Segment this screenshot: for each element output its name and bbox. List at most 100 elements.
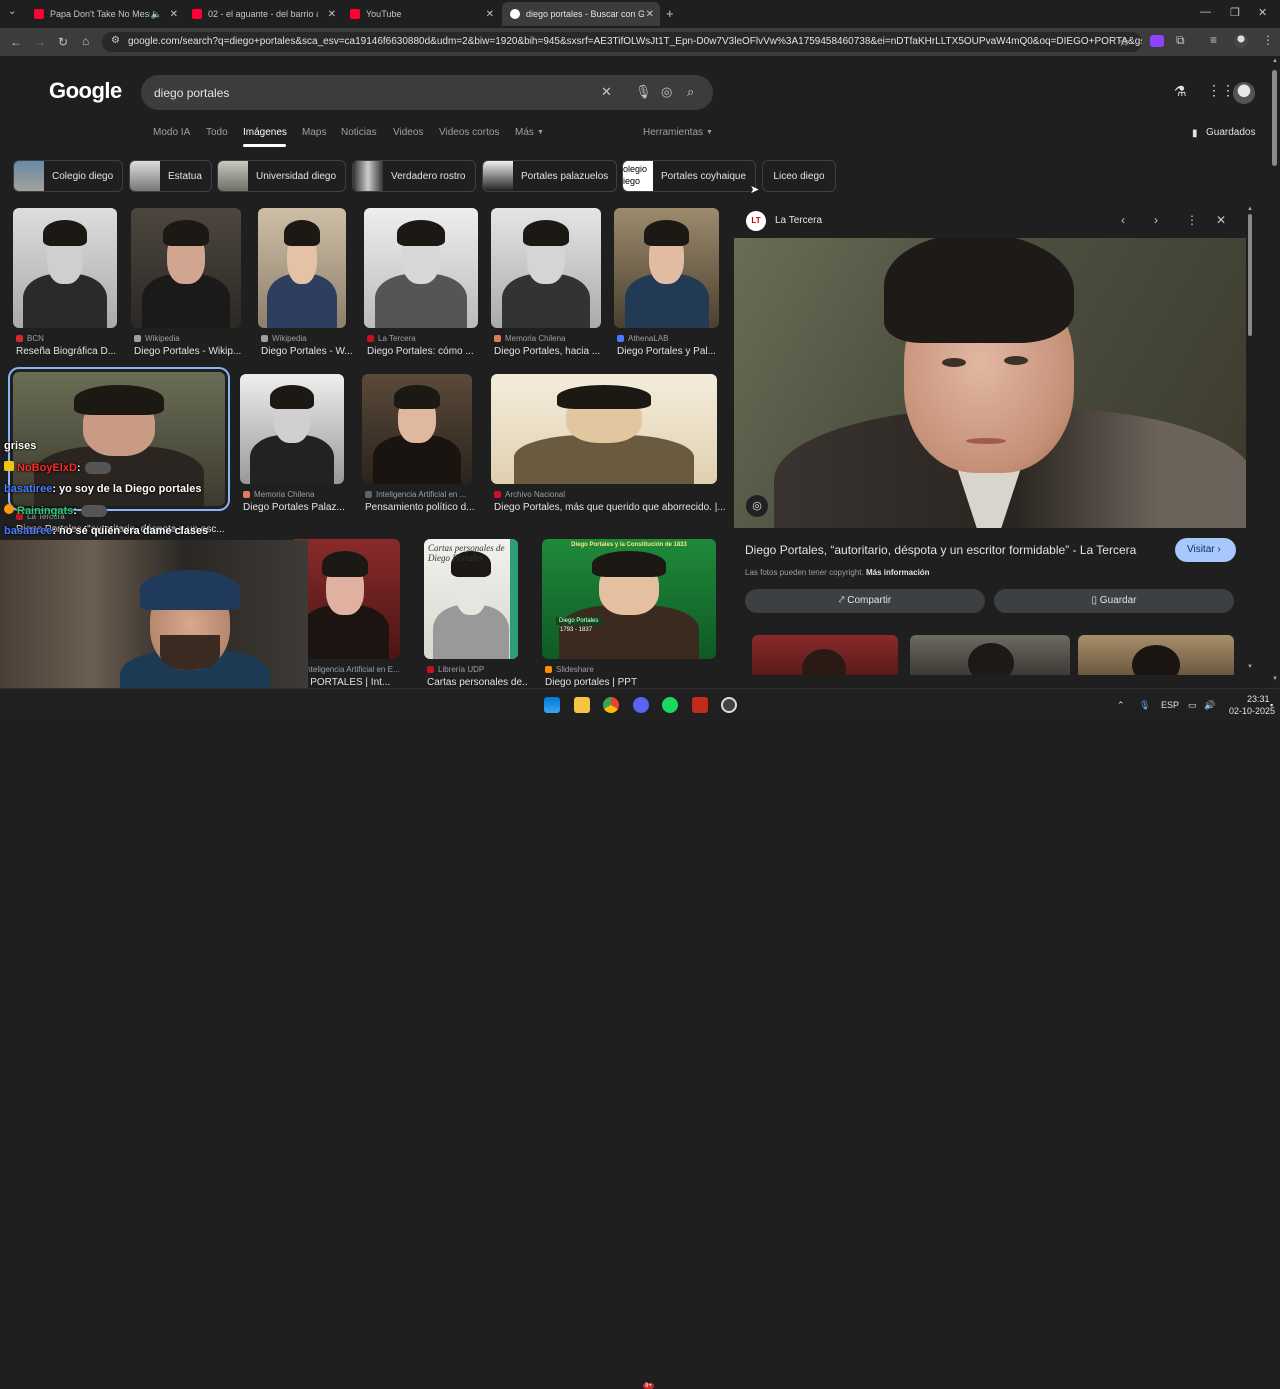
result-thumbnail[interactable]: Cartas personales de Diego Portales [424, 539, 518, 659]
result-source[interactable]: Inteligencia Artificial en E... [304, 665, 400, 674]
tab-noticias[interactable]: Noticias [341, 127, 377, 138]
result-thumbnail[interactable]: Diego Portales y la Constitución de 1833… [542, 539, 716, 659]
more-options-icon[interactable]: ⋮ [1186, 213, 1198, 227]
chrome-icon[interactable] [603, 697, 619, 713]
saved-bookmark-icon[interactable]: ▮ [1192, 128, 1198, 139]
result-thumbnail[interactable] [240, 374, 344, 484]
lens-icon[interactable]: ◎ [746, 495, 768, 517]
tab-search-icon[interactable]: ≡ [1210, 33, 1217, 47]
chip-portales-palazuelos[interactable]: Portales palazuelos [482, 160, 617, 192]
panel-scroll-up-icon[interactable]: ▲ [1247, 206, 1253, 212]
tab-list-dropdown-icon[interactable]: ⌄ [8, 6, 16, 17]
result-thumbnail[interactable] [258, 208, 346, 328]
tab-google-search[interactable]: diego portales - Buscar con Go ✕ [502, 2, 660, 26]
result-caption[interactable]: Diego Portales, más que querido que abor… [494, 502, 726, 513]
new-tab-icon[interactable]: + [666, 6, 674, 21]
image-result[interactable]: Archivo Nacional Diego Portales, más que … [491, 374, 726, 518]
image-result[interactable]: Diego Portales y la Constitución de 1833… [542, 539, 716, 693]
search-icon[interactable]: ⌕ [687, 84, 694, 100]
google-logo[interactable]: Google [49, 78, 122, 104]
tab-imagenes[interactable]: Imágenes [243, 127, 287, 138]
back-icon[interactable]: ← [10, 35, 22, 49]
chip-estatua[interactable]: Estatua [129, 160, 212, 192]
result-caption[interactable]: Diego Portales Palaz... [243, 502, 353, 513]
extensions-puzzle-icon[interactable]: ⧉ [1176, 33, 1185, 48]
image-result[interactable]: Inteligencia Artificial en ... Pensamient… [362, 374, 475, 518]
result-caption[interactable]: Diego Portales: cómo ... [367, 346, 487, 357]
image-result[interactable]: Memoria Chilena Diego Portales Palaz... [240, 374, 345, 518]
result-thumbnail[interactable] [614, 208, 719, 328]
result-caption[interactable]: Pensamiento político d... [365, 502, 481, 513]
lens-search-icon[interactable]: ◎ [661, 84, 672, 100]
result-source[interactable]: Archivo Nacional [505, 490, 565, 499]
result-thumbnail[interactable] [131, 208, 241, 328]
notifications-icon[interactable]: ▪ [1270, 700, 1273, 710]
reload-icon[interactable]: ↻ [58, 35, 68, 49]
tab-modo-ia[interactable]: Modo IA [153, 127, 190, 138]
clock-time[interactable]: 23:31 [1247, 694, 1270, 704]
result-source[interactable]: BCN [27, 334, 44, 343]
chip-portales-coyhaique[interactable]: olegio iego Portales coyhaique [622, 160, 756, 192]
site-info-icon[interactable]: ⚙ [111, 35, 120, 46]
result-caption[interactable]: Diego portales | PPT [545, 677, 725, 688]
result-source[interactable]: Memoria Chilena [254, 490, 314, 499]
clear-search-icon[interactable]: ✕ [601, 84, 612, 100]
obs-icon[interactable] [721, 697, 737, 713]
related-thumb-2[interactable] [910, 635, 1070, 675]
chip-universidad-diego[interactable]: Universidad diego [217, 160, 346, 192]
minimize-icon[interactable]: — [1200, 6, 1211, 18]
result-source[interactable]: Wikipedia [145, 334, 180, 343]
tools-button[interactable]: Herramientas [643, 127, 703, 138]
close-tab-icon[interactable]: ✕ [170, 9, 178, 20]
url-bar[interactable]: ⚙ google.com/search?q=diego+portales&sca… [102, 32, 1142, 52]
speaker-icon[interactable]: 🔈 [151, 9, 162, 20]
result-thumbnail[interactable] [491, 374, 717, 484]
app-red-icon[interactable] [692, 697, 708, 713]
result-thumbnail[interactable] [13, 208, 117, 328]
microphone-icon[interactable]: 🎙 [1139, 700, 1150, 711]
previous-image-icon[interactable]: ‹ [1121, 213, 1125, 227]
file-explorer-icon[interactable] [574, 697, 590, 713]
bookmark-star-icon[interactable]: ☆ [1118, 34, 1130, 50]
windows-start-icon[interactable] [544, 697, 560, 713]
chip-colegio-diego[interactable]: Colegio diego [13, 160, 123, 192]
scroll-up-icon[interactable]: ▲ [1272, 58, 1278, 64]
panel-source-name[interactable]: La Tercera [775, 215, 822, 226]
extension-icon-purple[interactable] [1150, 35, 1164, 47]
tab-todo[interactable]: Todo [206, 127, 228, 138]
discord-icon[interactable] [633, 697, 649, 713]
image-result[interactable]: Cartas personales de Diego Portales Libre… [424, 539, 527, 693]
result-source[interactable]: Memoria Chilena [505, 334, 565, 343]
image-result[interactable]: La Tercera Diego Portales: cómo ... [364, 208, 478, 362]
visit-button[interactable]: Visitar › [1175, 538, 1236, 562]
scroll-down-icon[interactable]: ▼ [1272, 676, 1278, 682]
forward-icon[interactable]: → [34, 35, 46, 49]
tab-youtube[interactable]: YouTube ✕ [342, 4, 500, 24]
search-input[interactable]: diego portales [154, 86, 229, 100]
spotify-icon[interactable] [662, 697, 678, 713]
image-result[interactable]: AthenaLAB Diego Portales y Pal... [614, 208, 719, 362]
language-indicator[interactable]: ESP [1161, 700, 1179, 710]
saved-link[interactable]: Guardados [1206, 127, 1255, 138]
result-source[interactable]: AthenaLAB [628, 334, 668, 343]
restore-icon[interactable]: ❐ [1230, 6, 1240, 19]
panel-title[interactable]: Diego Portales, “autoritario, déspota y … [745, 543, 1165, 557]
result-caption[interactable]: Diego Portales - Wikip... [134, 346, 250, 357]
result-caption[interactable]: Diego Portales - W... [261, 346, 355, 357]
labs-flask-icon[interactable]: ⚗ [1174, 83, 1187, 100]
result-caption[interactable]: Reseña Biográfica D... [16, 346, 126, 357]
panel-scroll-down-icon[interactable]: ▼ [1247, 664, 1253, 670]
tab-aguante[interactable]: 02 - el aguante - del barrio al t ✕ [184, 4, 342, 24]
home-icon[interactable]: ⌂ [82, 34, 89, 48]
panel-scrollbar[interactable] [1248, 214, 1252, 336]
save-button[interactable]: ▯ Guardar [994, 589, 1234, 613]
page-scrollbar[interactable] [1272, 70, 1277, 166]
image-result[interactable]: Wikipedia Diego Portales - W... [258, 208, 353, 362]
result-thumbnail[interactable] [362, 374, 472, 484]
image-result[interactable]: Memoria Chilena Diego Portales, hacia ... [491, 208, 601, 362]
voice-search-icon[interactable]: 🎙 [635, 84, 652, 100]
result-thumbnail[interactable] [491, 208, 601, 328]
result-caption[interactable]: SO PORTALES | Int... [293, 677, 409, 688]
chip-verdadero-rostro[interactable]: Verdadero rostro [352, 160, 476, 192]
result-source[interactable]: Inteligencia Artificial en ... [376, 490, 466, 499]
